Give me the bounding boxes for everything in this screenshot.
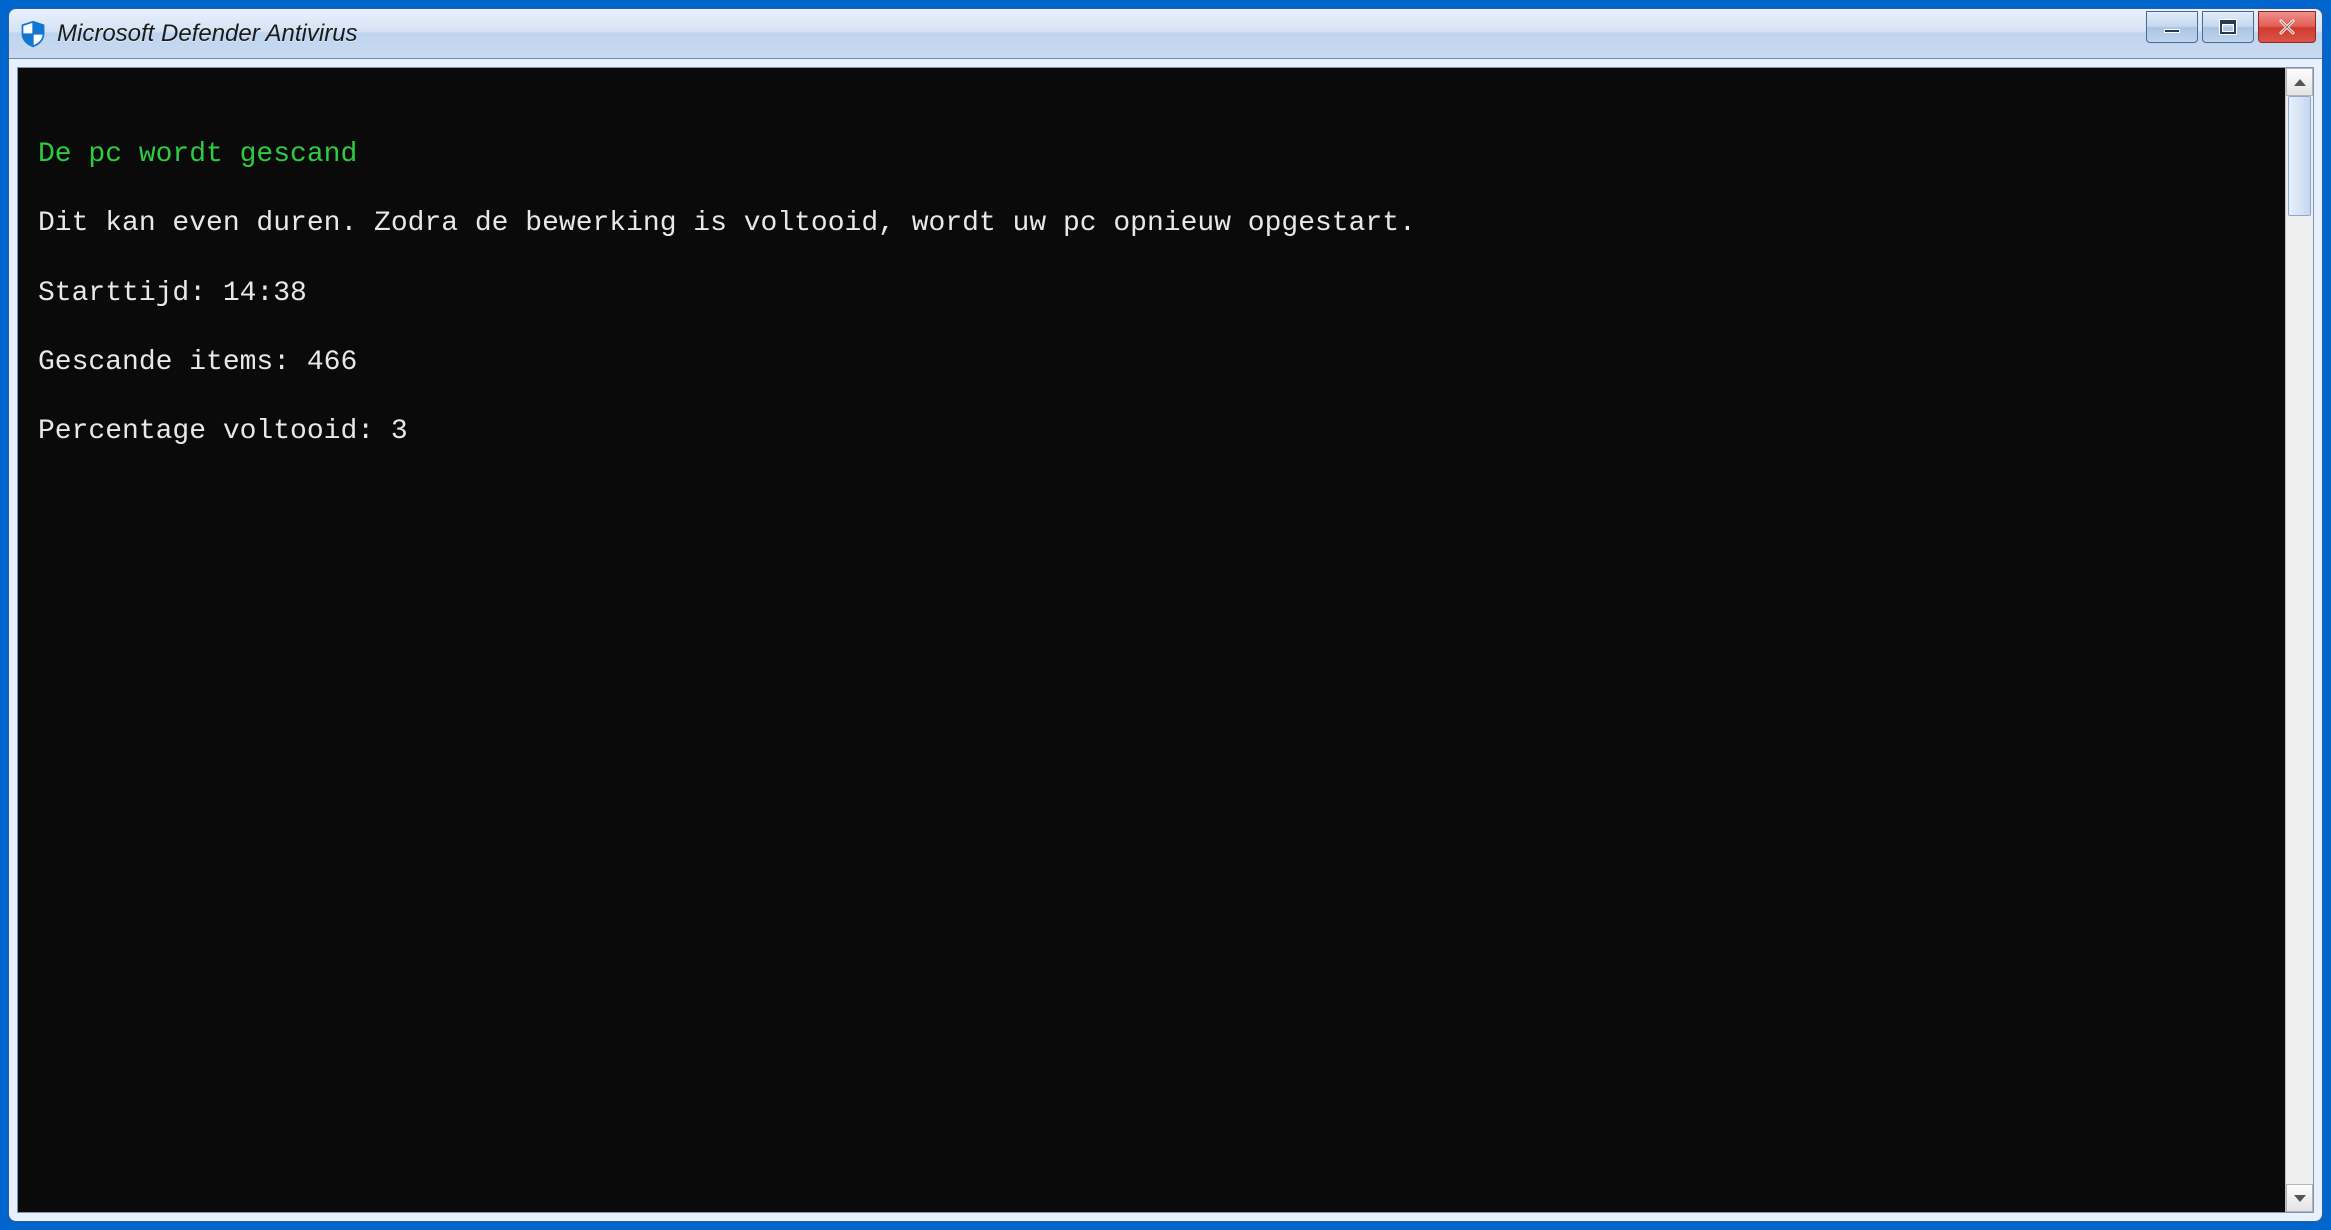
defender-shield-icon (19, 20, 47, 48)
scanned-items-line: Gescande items: 466 (38, 343, 2265, 382)
percent-complete-value: 3 (391, 416, 408, 447)
console-output[interactable]: De pc wordt gescand Dit kan even duren. Z… (18, 68, 2285, 1212)
window-controls (2146, 9, 2316, 58)
console-frame: De pc wordt gescand Dit kan even duren. Z… (17, 67, 2314, 1213)
titlebar[interactable]: Microsoft Defender Antivirus (9, 9, 2322, 59)
start-time-label: Starttijd: (38, 278, 206, 309)
maximize-button[interactable] (2202, 11, 2254, 43)
client-area: De pc wordt gescand Dit kan even duren. Z… (9, 59, 2322, 1221)
scan-heading: De pc wordt gescand (38, 135, 2265, 174)
minimize-button[interactable] (2146, 11, 2198, 43)
vertical-scrollbar[interactable] (2285, 68, 2313, 1212)
chevron-up-icon (2294, 79, 2306, 86)
scroll-thumb[interactable] (2288, 96, 2311, 216)
scanned-items-value: 466 (307, 347, 357, 378)
close-icon (2277, 17, 2297, 37)
scan-info-line: Dit kan even duren. Zodra de bewerking i… (38, 204, 2265, 243)
percent-complete-label: Percentage voltooid: (38, 416, 374, 447)
chevron-down-icon (2294, 1195, 2306, 1202)
percent-complete-line: Percentage voltooid: 3 (38, 412, 2265, 451)
start-time-value: 14:38 (223, 278, 307, 309)
close-button[interactable] (2258, 11, 2316, 43)
scroll-down-button[interactable] (2286, 1184, 2313, 1212)
scroll-track[interactable] (2286, 96, 2313, 1184)
window-title: Microsoft Defender Antivirus (57, 20, 2146, 48)
scanned-items-label: Gescande items: (38, 347, 290, 378)
minimize-icon (2164, 29, 2180, 33)
start-time-line: Starttijd: 14:38 (38, 274, 2265, 313)
application-window: Microsoft Defender Antivirus De pc wordt… (8, 8, 2323, 1222)
scroll-up-button[interactable] (2286, 68, 2313, 96)
maximize-icon (2220, 20, 2236, 34)
